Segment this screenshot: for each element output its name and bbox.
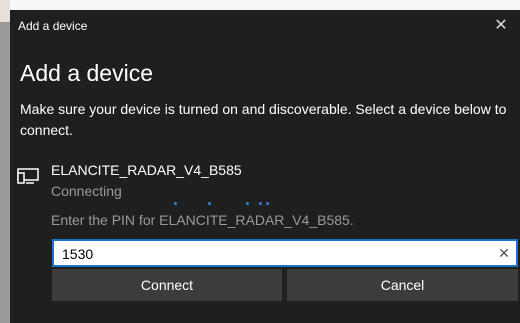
progress-dots: [10, 202, 520, 206]
title-bar: Add a device ✕: [10, 10, 520, 40]
dialog-heading: Add a device: [20, 60, 153, 86]
progress-dot: [174, 202, 177, 205]
progress-dot: [266, 202, 269, 205]
device-status: Connecting: [51, 183, 122, 199]
dialog-description: Make sure your device is turned on and d…: [20, 101, 507, 138]
add-device-dialog: Add a device ✕ Add a device Make sure yo…: [10, 10, 520, 323]
pin-prompt: Enter the PIN for ELANCITE_RADAR_V4_B585…: [51, 212, 354, 228]
window-title: Add a device: [18, 19, 88, 33]
cancel-button[interactable]: Cancel: [287, 269, 518, 301]
device-name: ELANCITE_RADAR_V4_B585: [51, 162, 242, 178]
pin-field: ✕: [52, 239, 518, 267]
background-left-edge-top: [0, 0, 10, 22]
pin-input[interactable]: [62, 244, 482, 264]
background-left-edge: [0, 0, 10, 323]
display-device-icon: [17, 168, 39, 184]
close-button[interactable]: ✕: [482, 10, 520, 40]
connect-button[interactable]: Connect: [52, 269, 282, 301]
clear-icon: ✕: [498, 245, 510, 261]
clear-input-button[interactable]: ✕: [496, 244, 512, 262]
progress-dot: [246, 202, 249, 205]
progress-dot: [259, 202, 262, 205]
progress-dot: [208, 202, 211, 205]
background-window-strip: [0, 0, 520, 10]
close-icon: ✕: [494, 17, 508, 34]
